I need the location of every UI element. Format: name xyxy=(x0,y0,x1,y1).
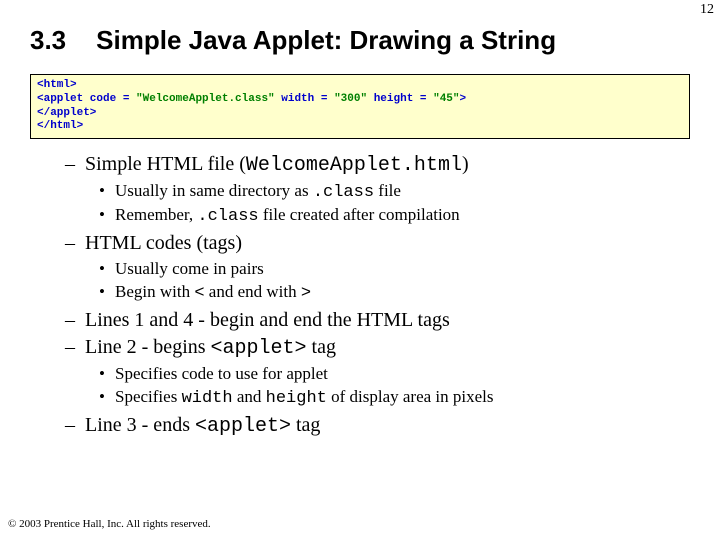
list-item: Specifies width and height of display ar… xyxy=(115,387,690,408)
code-line-2c: width = xyxy=(275,93,334,105)
code-line-3: </applet> xyxy=(37,107,96,119)
code-line-2e: height = xyxy=(367,93,433,105)
code-line-4: </html> xyxy=(37,120,83,132)
copyright-footer: © 2003 Prentice Hall, Inc. All rights re… xyxy=(8,518,211,530)
text: and xyxy=(233,387,266,406)
code-listing: <html> <applet code = "WelcomeApplet.cla… xyxy=(30,74,690,139)
code-text: WelcomeApplet.html xyxy=(246,154,462,177)
list-item: Lines 1 and 4 - begin and end the HTML t… xyxy=(85,309,690,332)
text: tag xyxy=(307,336,336,358)
code-line-2d: "300" xyxy=(334,93,367,105)
code-text: height xyxy=(266,389,327,408)
text: Line 3 - ends xyxy=(85,414,195,436)
list-item: Begin with < and end with > xyxy=(115,282,690,303)
section-number: 3.3 xyxy=(30,25,66,56)
code-line-2a: <applet code = xyxy=(37,93,136,105)
sub-list: Specifies code to use for applet Specifi… xyxy=(85,364,690,408)
text: Begin with xyxy=(115,282,194,301)
text: ) xyxy=(462,153,469,175)
code-text: <applet> xyxy=(195,415,291,438)
code-text: .class xyxy=(313,183,374,202)
code-text: .class xyxy=(197,207,258,226)
text: Line 2 - begins xyxy=(85,336,211,358)
text: of display area in pixels xyxy=(327,387,494,406)
text: Simple HTML file ( xyxy=(85,153,246,175)
text: file created after compilation xyxy=(259,205,460,224)
sub-list: Usually come in pairs Begin with < and e… xyxy=(85,259,690,303)
list-item: Simple HTML file (WelcomeApplet.html) Us… xyxy=(85,153,690,226)
list-item: HTML codes (tags) Usually come in pairs … xyxy=(85,232,690,303)
page-number: 12 xyxy=(700,2,714,18)
text: Usually in same directory as xyxy=(115,181,313,200)
list-item: Specifies code to use for applet xyxy=(115,364,690,384)
main-list: Simple HTML file (WelcomeApplet.html) Us… xyxy=(30,153,690,438)
code-text: > xyxy=(301,284,311,303)
text: Specifies xyxy=(115,387,182,406)
list-item: Remember, .class file created after comp… xyxy=(115,205,690,226)
slide-content: 3.3 Simple Java Applet: Drawing a String… xyxy=(0,0,720,438)
list-item: Usually in same directory as .class file xyxy=(115,181,690,202)
text: and end with xyxy=(205,282,301,301)
code-line-2f: "45" xyxy=(433,93,459,105)
text: Remember, xyxy=(115,205,197,224)
section-title: Simple Java Applet: Drawing a String xyxy=(96,25,556,56)
sub-list: Usually in same directory as .class file… xyxy=(85,181,690,226)
list-item: Line 2 - begins <applet> tag Specifies c… xyxy=(85,336,690,408)
text: HTML codes (tags) xyxy=(85,232,242,254)
text: tag xyxy=(291,414,320,436)
code-line-1: <html> xyxy=(37,79,77,91)
text: file xyxy=(374,181,401,200)
list-item: Line 3 - ends <applet> tag xyxy=(85,414,690,438)
heading: 3.3 Simple Java Applet: Drawing a String xyxy=(30,25,690,56)
code-text: < xyxy=(194,284,204,303)
code-line-2g: > xyxy=(460,93,467,105)
list-item: Usually come in pairs xyxy=(115,259,690,279)
code-text: <applet> xyxy=(211,337,307,360)
code-line-2b: "WelcomeApplet.class" xyxy=(136,93,275,105)
code-text: width xyxy=(182,389,233,408)
